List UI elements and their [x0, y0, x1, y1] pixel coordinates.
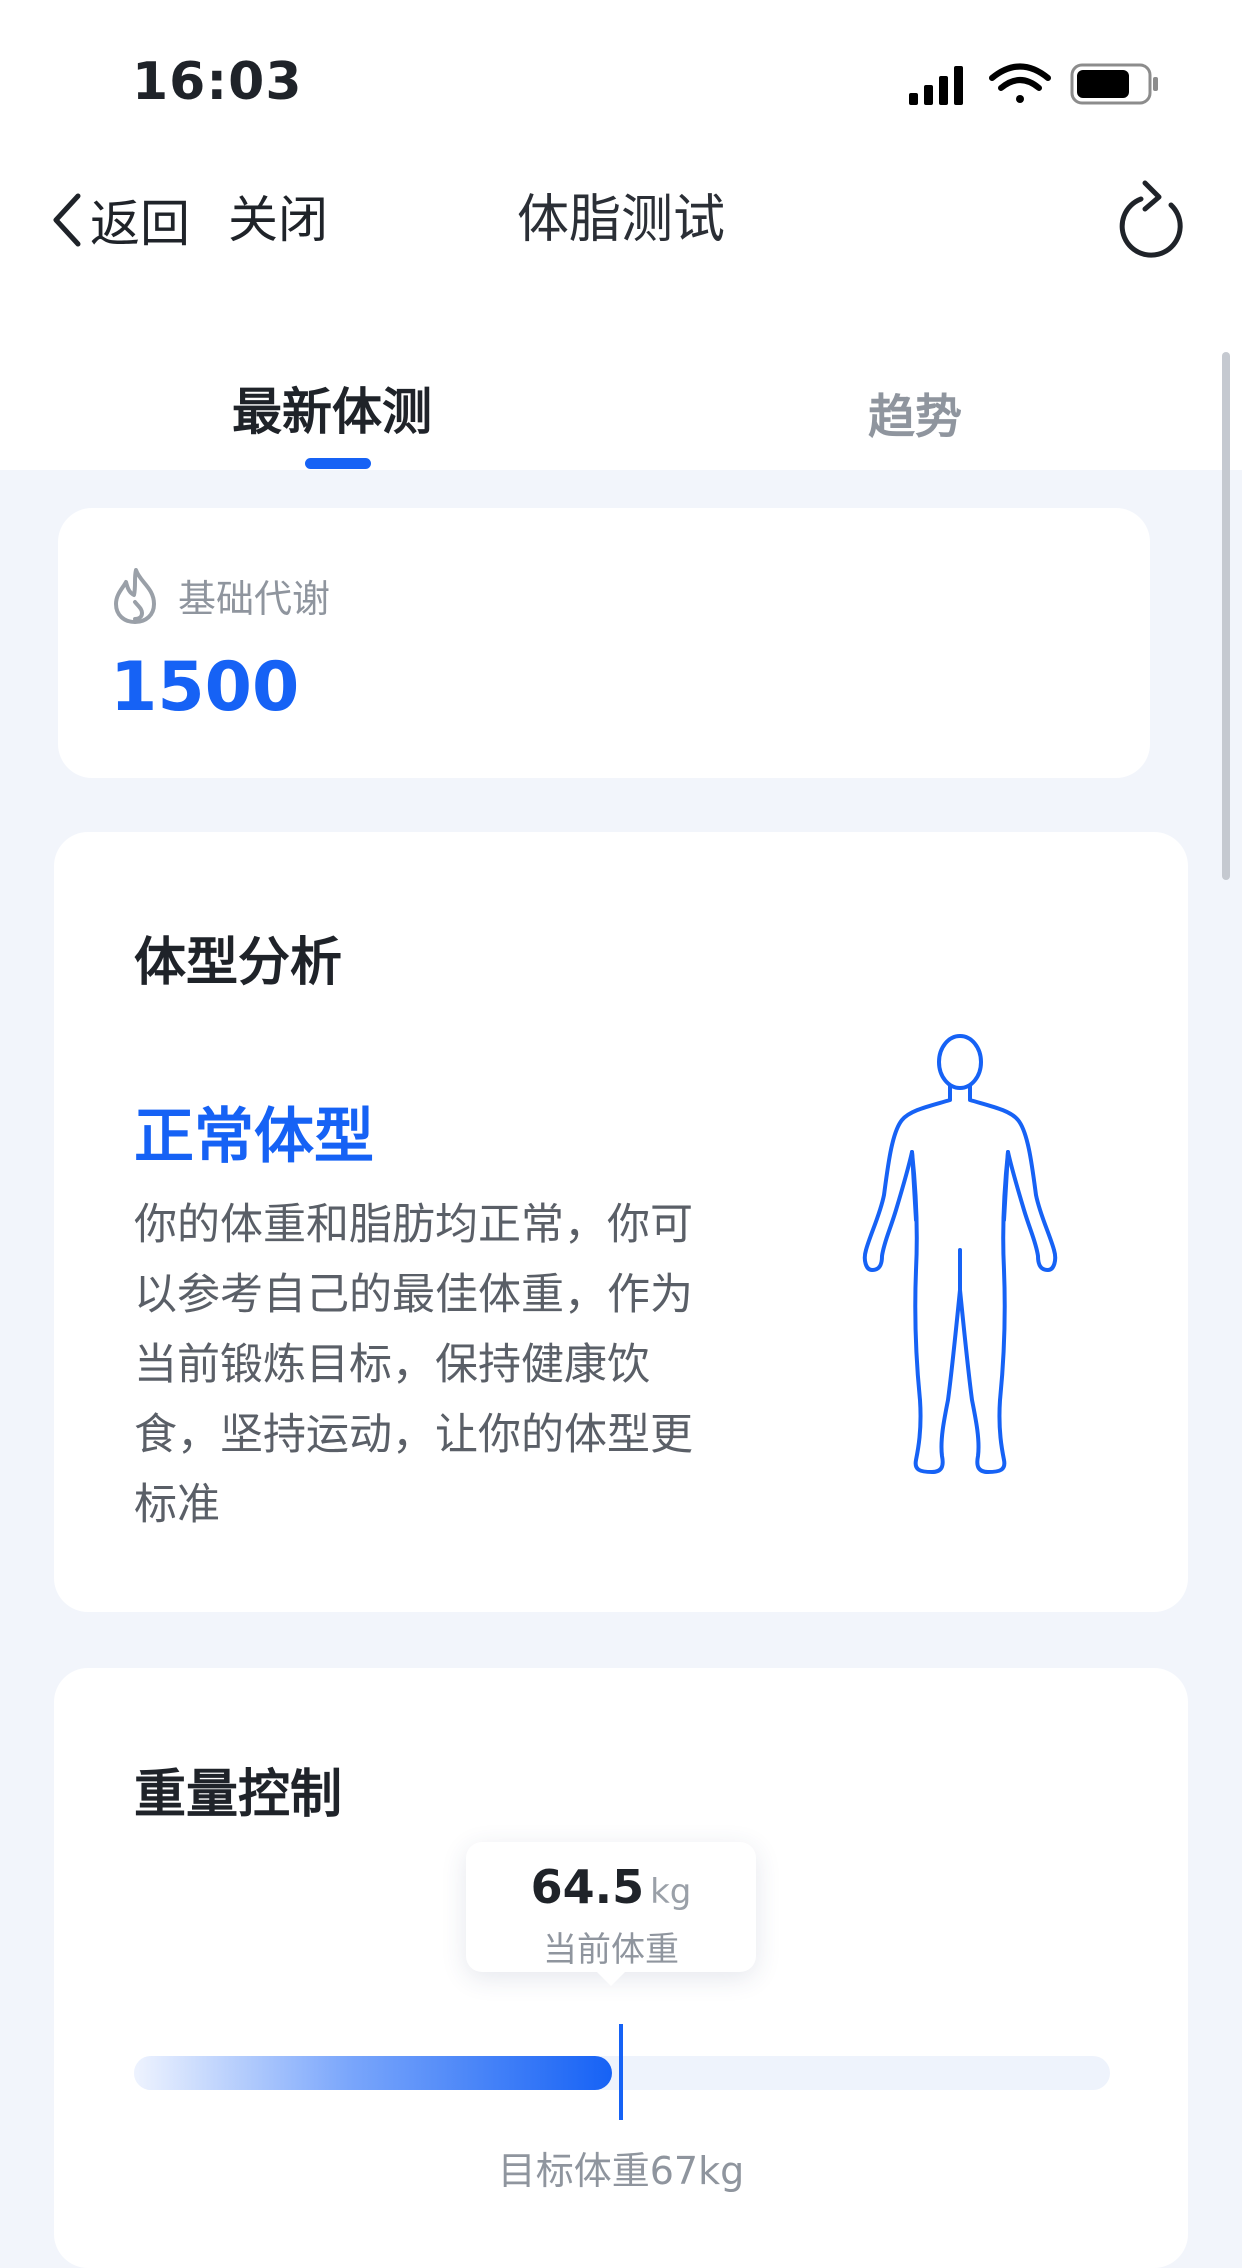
current-weight-value: 64.5 [530, 1860, 645, 1914]
human-body-outline-icon [862, 1034, 1058, 1474]
bmr-card: 基础代谢 1500 [58, 508, 1150, 778]
tab-latest[interactable]: 最新体测 [232, 372, 432, 444]
body-analysis-title: 体型分析 [134, 933, 343, 993]
status-icons [900, 55, 1160, 119]
status-time: 16:03 [132, 52, 303, 112]
weight-progress-fill [134, 2056, 613, 2090]
target-weight-label: 目标体重67kg [497, 2149, 745, 2193]
signal-icon [909, 66, 963, 105]
weight-unit: kg [650, 1872, 692, 1912]
target-weight-marker [619, 2024, 623, 2120]
tab-trend[interactable]: 趋势 [868, 378, 962, 447]
wifi-icon [989, 63, 1051, 103]
scrollbar[interactable] [1222, 352, 1230, 880]
body-analysis-card: 体型分析 正常体型 你的体重和脂肪均正常，你可以参考自己的最佳体重，作为当前锻炼… [54, 832, 1188, 1612]
current-weight-tooltip: 64.5 kg 当前体重 [466, 1842, 756, 1986]
weight-control-title: 重量控制 [134, 1765, 343, 1825]
weight-control-card: 重量控制 64.5 kg 当前体重 目标体重67kg [54, 1668, 1188, 2268]
page-title: 体脂测试 [516, 190, 725, 250]
bmr-value: 1500 [110, 648, 300, 727]
tab-active-indicator [305, 458, 371, 469]
current-weight-value-row: 64.5 kg [466, 1860, 756, 1914]
body-type-result: 正常体型 [134, 1102, 374, 1172]
battery-icon [1070, 63, 1158, 105]
body-type-description: 你的体重和脂肪均正常，你可以参考自己的最佳体重，作为当前锻炼目标，保持健康饮食，… [134, 1200, 693, 1530]
status-bar: 16:03 [0, 0, 1242, 160]
refresh-icon [1119, 180, 1183, 258]
bmr-label: 基础代谢 [178, 577, 331, 621]
refresh-button[interactable] [1115, 177, 1187, 267]
flame-icon [114, 568, 156, 624]
current-weight-label: 当前体重 [543, 1930, 679, 1970]
navigation-bar: 返回 关闭 体脂测试 [0, 160, 1242, 290]
tab-bar: 最新体测 趋势 [0, 290, 1242, 470]
